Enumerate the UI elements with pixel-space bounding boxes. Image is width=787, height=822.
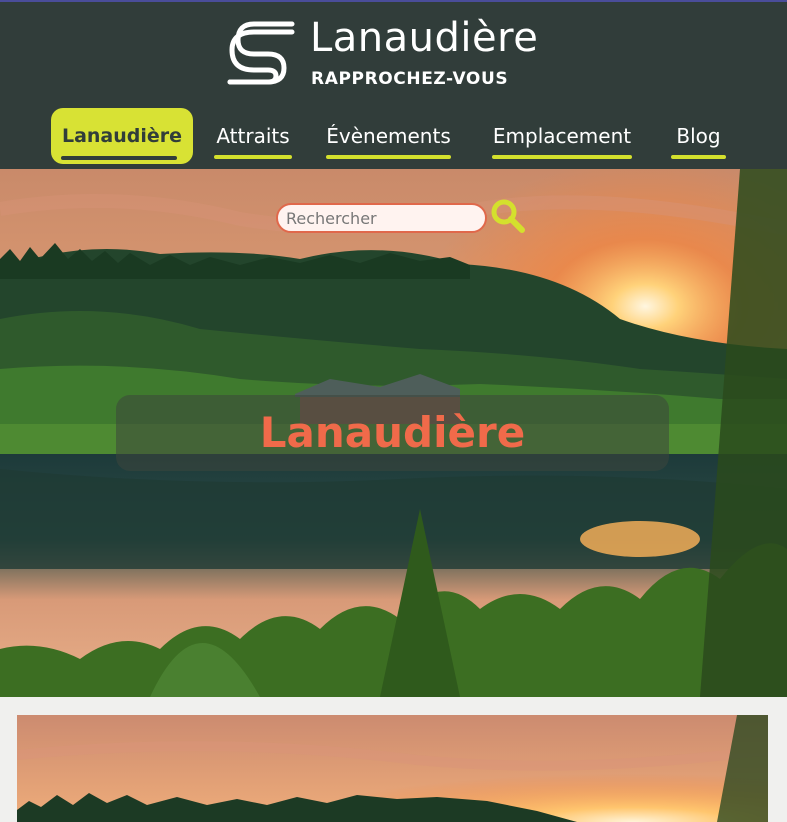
nav-underline [671,155,726,159]
nav-item-attraits[interactable]: Attraits [214,108,292,164]
nav-item-label: Emplacement [492,124,632,148]
magnifier-icon [491,199,525,233]
logo-tagline: RAPPROCHEZ-VOUS [311,69,509,89]
nav-underline [326,155,451,159]
hero-title: Lanaudière [259,408,526,457]
hero-title-box: Lanaudière [116,395,669,471]
nav-item-evenements[interactable]: Évènements [326,108,451,164]
logo-mark-icon [227,21,295,85]
nav-item-label: Lanaudière [61,125,183,147]
nav-item-emplacement[interactable]: Emplacement [492,108,632,164]
nav-item-lanaudiere[interactable]: Lanaudière [51,108,193,164]
nav-item-label: Attraits [216,124,290,148]
nav-underline [492,155,632,159]
nav-item-label: Blog [676,124,721,148]
nav-underline [61,156,177,160]
nav-item-label: Évènements [326,124,451,148]
search-input[interactable] [276,203,487,233]
logo-title: Lanaudière [310,15,539,61]
search-button[interactable] [489,197,529,237]
nav-item-blog[interactable]: Blog [671,108,726,164]
site-header: Lanaudière RAPPROCHEZ-VOUS Lanaudière At… [0,0,787,169]
site-logo[interactable]: Lanaudière RAPPROCHEZ-VOUS [226,16,566,92]
content-card[interactable] [17,715,768,822]
card-image [17,715,768,822]
nav-underline [214,155,292,159]
